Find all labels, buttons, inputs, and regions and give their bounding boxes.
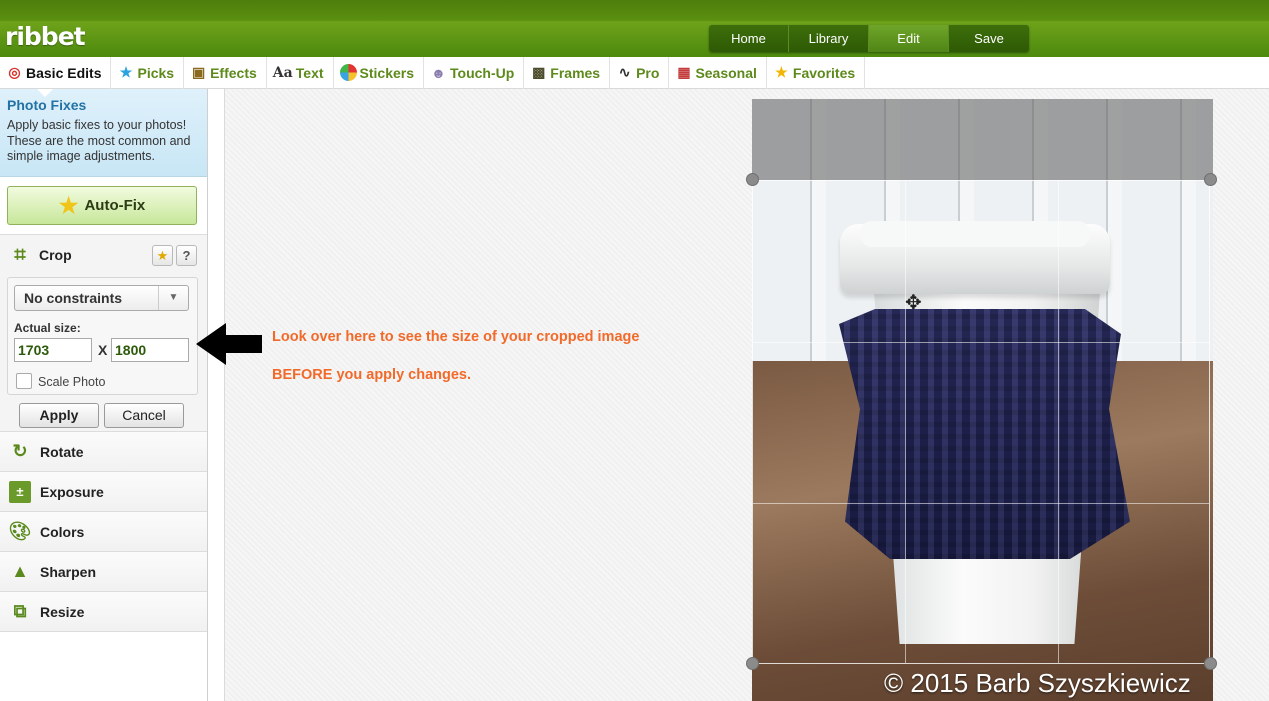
ribbet-logo[interactable]: ribbet [5,22,86,51]
tab-label: Stickers [359,64,414,81]
tab-label: Frames [550,64,601,81]
resize-icon: ⧉ [13,601,27,621]
constraint-value: No constraints [24,290,123,306]
annotation-line-1: Look over here to see the size of your c… [272,329,640,345]
ribbet-editor: ribbet Home Library Edit Save ◎ Basic Ed… [0,0,1269,701]
tab-text[interactable]: Aa Text [267,56,334,89]
exposure-icon: ± [9,480,31,503]
beachball-icon [339,64,357,81]
crop-handle-top-left[interactable] [746,173,759,186]
tab-basic-edits[interactable]: ◎ Basic Edits [0,56,112,89]
crop-options: No constraints ▼ Actual size: X Scale Ph… [7,277,198,395]
section-label: Exposure [40,483,104,500]
section-exposure[interactable]: ± Exposure [0,472,207,512]
arrow-left-icon [196,323,262,365]
scale-photo-checkbox[interactable] [16,373,32,389]
crop-icon: ⌗ [14,243,26,266]
top-bar: ribbet Home Library Edit Save [0,0,1269,57]
crop-mask [752,99,1213,180]
section-label: Sharpen [40,563,97,580]
tab-seasonal[interactable]: ▦ Seasonal [669,56,767,89]
actual-size-label: Actual size: [14,321,81,335]
photo-fixes-description: Apply basic fixes to your photos! These … [7,118,191,163]
crop-grid-line [753,503,1209,504]
autofix-button[interactable]: ★ Auto-Fix [7,186,197,225]
tab-frames[interactable]: ▩ Frames [524,56,611,89]
tab-label: Text [295,64,324,81]
stars-icon: ★ [58,192,79,218]
star-icon: ★ [119,64,133,80]
section-colors[interactable]: 🎨︎ Colors [0,512,207,552]
lifebuoy-icon: ◎ [8,64,21,80]
tab-touch-up[interactable]: ☻ Touch-Up [424,56,525,89]
help-button[interactable]: ? [176,245,197,266]
photo-watermark: © 2015 Barb Szyszkiewicz [884,668,1191,698]
favorite-star-button[interactable]: ★ [152,245,173,266]
tab-label: Effects [210,64,257,81]
tab-picks[interactable]: ★ Picks [111,56,185,89]
constraint-select[interactable]: No constraints ▼ [14,285,189,311]
photo-image[interactable] [752,99,1213,701]
palette-icon: 🎨︎ [8,521,32,541]
photo-fixes-title: Photo Fixes [7,97,87,113]
tab-pointer [36,89,54,97]
scale-photo-label: Scale Photo [38,375,106,389]
cancel-button[interactable]: Cancel [104,403,184,428]
dimension-separator: X [98,342,108,358]
crop-grid-line [905,181,906,663]
curve-icon: ∿ [618,64,631,80]
sharpen-icon: ▲ [11,561,29,581]
text-icon: Aa [272,64,293,81]
person-icon: ☻ [431,64,446,81]
tab-label: Favorites [792,64,856,81]
annotation-note: Look over here to see the size of your c… [272,318,639,394]
crop-handle-bottom-right[interactable] [1204,657,1217,670]
crop-panel: ⌗ Crop ★ ? No constraints ▼ Actual size:… [0,235,207,432]
autofix-label: Auto-Fix [84,197,146,214]
move-cursor-icon: ✥ [905,292,922,314]
calendar-icon: ▦ [677,64,691,80]
rotate-icon: ↻ [12,441,28,461]
film-icon: ▣ [191,64,206,80]
crop-frame[interactable] [752,180,1210,664]
section-label: Resize [40,603,85,620]
section-rotate[interactable]: ↻ Rotate [0,432,207,472]
section-sharpen[interactable]: ▲ Sharpen [0,552,207,592]
autofix-area: ★ Auto-Fix [0,177,207,235]
tab-favorites[interactable]: ★ Favorites [767,56,866,89]
tab-label: Touch-Up [450,64,515,81]
edit-sidebar: Photo Fixes Apply basic fixes to your ph… [0,89,208,701]
nav-library-button[interactable]: Library [789,25,869,52]
section-resize[interactable]: ⧉ Resize [0,592,207,632]
main-nav: Home Library Edit Save [709,25,1029,52]
picture-frame-icon: ▩ [532,64,546,80]
tool-tabs: ◎ Basic Edits ★ Picks ▣ Effects Aa Text … [0,56,1269,89]
crop-grid-line [753,342,1209,343]
photo-fixes-banner: Photo Fixes Apply basic fixes to your ph… [0,89,207,177]
nav-edit-button[interactable]: Edit [869,25,949,52]
annotation-line-2: BEFORE you apply changes. [272,367,472,383]
star-icon: ★ [775,64,788,80]
tab-stickers[interactable]: Stickers [334,56,424,89]
crop-handle-bottom-left[interactable] [746,657,759,670]
crop-handle-top-right[interactable] [1204,173,1217,186]
tab-pro[interactable]: ∿ Pro [610,56,670,89]
section-label: Colors [40,523,85,540]
tab-label: Seasonal [695,64,757,81]
apply-button[interactable]: Apply [19,403,99,428]
tab-label: Basic Edits [26,64,102,81]
nav-home-button[interactable]: Home [709,25,789,52]
section-label: Rotate [40,443,84,460]
crop-grid-line [1058,181,1059,663]
crop-label: Crop [39,247,72,263]
nav-save-button[interactable]: Save [949,25,1029,52]
tab-label: Picks [137,64,175,81]
chevron-down-icon: ▼ [158,286,188,310]
crop-width-input[interactable] [14,338,92,362]
crop-height-input[interactable] [111,338,189,362]
tab-effects[interactable]: ▣ Effects [184,56,267,89]
tab-label: Pro [636,64,660,81]
